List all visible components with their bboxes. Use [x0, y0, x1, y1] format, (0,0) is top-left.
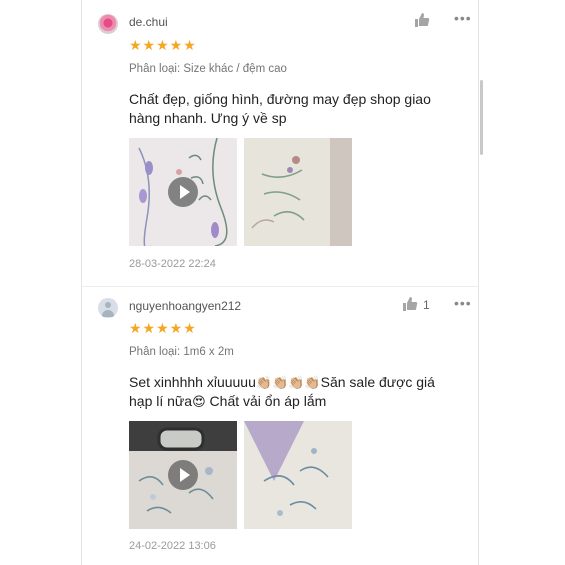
avatar[interactable] — [98, 298, 118, 318]
avatar[interactable] — [98, 14, 118, 34]
more-options-icon[interactable]: ••• — [454, 10, 472, 26]
star-rating: ★★★★★ — [129, 37, 197, 53]
review-date: 24-02-2022 13:06 — [129, 540, 216, 552]
thumbs-up-icon[interactable] — [402, 296, 418, 315]
review-item: nguyenhoangyen212 1 ••• ★★★★★ Phân loại:… — [82, 287, 478, 565]
thumbs-up-icon[interactable] — [414, 12, 430, 31]
review-photo-thumbnail[interactable] — [244, 421, 352, 529]
right-border — [478, 0, 479, 565]
review-video-thumbnail[interactable] — [129, 421, 237, 529]
play-icon[interactable] — [168, 460, 198, 490]
clap-emoji: 👏🏼👏🏼👏🏼👏🏼 — [255, 375, 321, 390]
star-rating: ★★★★★ — [129, 320, 197, 336]
heart-eyes-emoji: 😍 — [192, 394, 206, 409]
comment-text: Set xinhhhh xỉuuuuu — [129, 374, 256, 390]
variant-label: Phân loại: Size khác / đệm cao — [129, 63, 287, 75]
review-comment: Chất đẹp, giống hình, đường may đẹp shop… — [129, 91, 431, 126]
like-count: 1 — [423, 298, 430, 312]
username[interactable]: nguyenhoangyen212 — [129, 299, 241, 313]
scrollbar[interactable] — [480, 80, 483, 155]
review-video-thumbnail[interactable] — [129, 138, 237, 246]
review-date: 28-03-2022 22:24 — [129, 258, 216, 270]
comment-text: Chất vải ổn áp lắm — [205, 393, 327, 409]
play-icon[interactable] — [168, 177, 198, 207]
username[interactable]: de.chui — [129, 15, 168, 29]
variant-label: Phân loại: 1m6 x 2m — [129, 346, 234, 358]
review-photo-thumbnail[interactable] — [244, 138, 352, 246]
review-comment: Set xinhhhh xỉuuuuu👏🏼👏🏼👏🏼👏🏼Săn sale được… — [129, 373, 459, 411]
review-item: de.chui ••• ★★★★★ Phân loại: Size khác /… — [82, 0, 478, 286]
more-options-icon[interactable]: ••• — [454, 295, 472, 311]
